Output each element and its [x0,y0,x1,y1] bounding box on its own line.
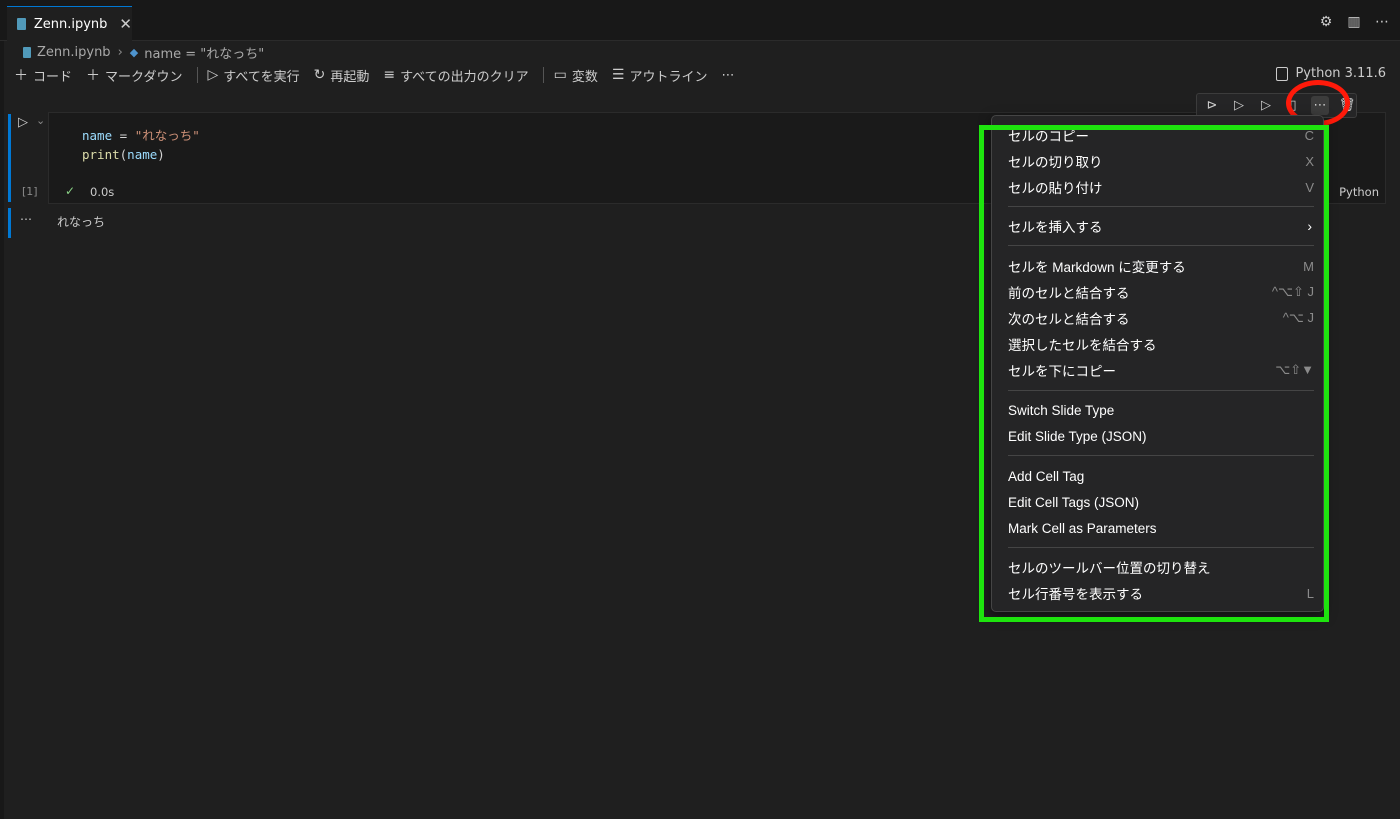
execute-above-icon[interactable]: ▷ [1230,96,1248,115]
tab-label: Zenn.ipynb [33,16,108,32]
outline-button[interactable]: ☰ アウトライン [612,66,708,85]
chevron-right-icon: › [117,44,123,60]
outline-label: アウトライン [629,69,708,85]
execution-count: [1] [22,185,38,198]
clear-all-icon: ≡ [383,67,396,83]
toolbar-divider [542,67,544,83]
code-line: name = "れなっち" [82,126,200,145]
toolbar-divider [196,67,198,83]
execution-time: 0.0s [90,185,115,199]
restart-button[interactable]: ↻ 再起動 [314,66,370,85]
chevron-down-icon[interactable]: ⌄ [36,114,45,127]
notebook-file-icon [17,18,26,30]
notebook-file-icon [23,46,31,58]
variables-label: 変数 [571,69,598,85]
list-icon: ☰ [611,67,625,83]
plus-icon: ＋ [86,68,101,84]
add-markdown-label: マークダウン [105,69,183,85]
editor-actions: ⚙ ▥ ⋯ [1318,14,1390,30]
clear-outputs-button[interactable]: ≡ すべての出力のクリア [383,66,528,85]
breadcrumb: Zenn.ipynb › ◆ name = "れなっち" [23,42,264,62]
cell-output: れなっち [57,215,106,229]
clear-outputs-label: すべての出力のクリア [400,69,529,85]
python-icon: ◆ [129,45,139,59]
code-token: name [82,128,113,143]
output-more-icon[interactable]: ⋯ [20,212,33,226]
activity-edge [0,41,4,819]
toolbar-more-button[interactable]: ⋯ [721,68,734,83]
tab-zenn-ipynb[interactable]: Zenn.ipynb ✕ [7,6,132,41]
code-token: name [127,147,158,162]
restart-label: 再起動 [330,69,370,85]
split-editor-icon[interactable]: ▥ [1346,14,1362,30]
notebook-toolbar: ＋ コード ＋ マークダウン ▷ すべてを実行 ↻ 再起動 ≡ すべての出力のク… [14,64,748,86]
kernel-label: Python 3.11.6 [1295,66,1386,81]
run-all-button[interactable]: ▷ すべてを実行 [208,66,300,85]
more-actions-icon[interactable]: ⋯ [1374,14,1390,30]
more-icon: ⋯ [721,67,735,83]
cell-language[interactable]: Python [1339,185,1379,199]
code-block: name = "れなっち" print(name) [82,126,200,164]
annotation-green-box [979,125,1329,622]
breadcrumb-symbol[interactable]: name = "れなっち" [144,43,264,62]
code-line: print(name) [82,145,200,164]
check-icon: ✓ [65,184,76,198]
code-token: ) [157,147,165,162]
execute-below-icon[interactable]: ▷ [1257,96,1275,115]
tab-bar: Zenn.ipynb ✕ ⚙ ▥ ⋯ [0,6,1400,41]
breadcrumb-file[interactable]: Zenn.ipynb [37,45,111,60]
code-token: print [82,147,120,162]
close-icon[interactable]: ✕ [119,15,132,33]
run-all-label: すべてを実行 [223,69,300,85]
variables-icon: ▭ [553,67,567,83]
kernel-icon [1276,66,1289,81]
output-indicator [8,208,11,238]
gear-icon[interactable]: ⚙ [1318,14,1334,30]
plus-icon: ＋ [14,68,28,84]
code-token: = [112,128,135,143]
add-code-label: コード [33,69,73,85]
play-icon: ▷ [207,67,219,83]
variables-button[interactable]: ▭ 変数 [554,66,598,85]
run-cell-icon[interactable]: ▷ [18,115,28,130]
vertical-scrollbar[interactable] [1390,88,1400,819]
kernel-picker[interactable]: Python 3.11.6 [1276,66,1386,81]
code-token: "れなっち" [134,128,200,143]
cell-focus-indicator [8,114,11,202]
add-markdown-cell-button[interactable]: ＋ マークダウン [86,65,182,85]
add-code-cell-button[interactable]: ＋ コード [14,65,72,85]
run-above-icon[interactable]: ⊳ [1203,96,1221,115]
restart-icon: ↻ [313,67,326,83]
